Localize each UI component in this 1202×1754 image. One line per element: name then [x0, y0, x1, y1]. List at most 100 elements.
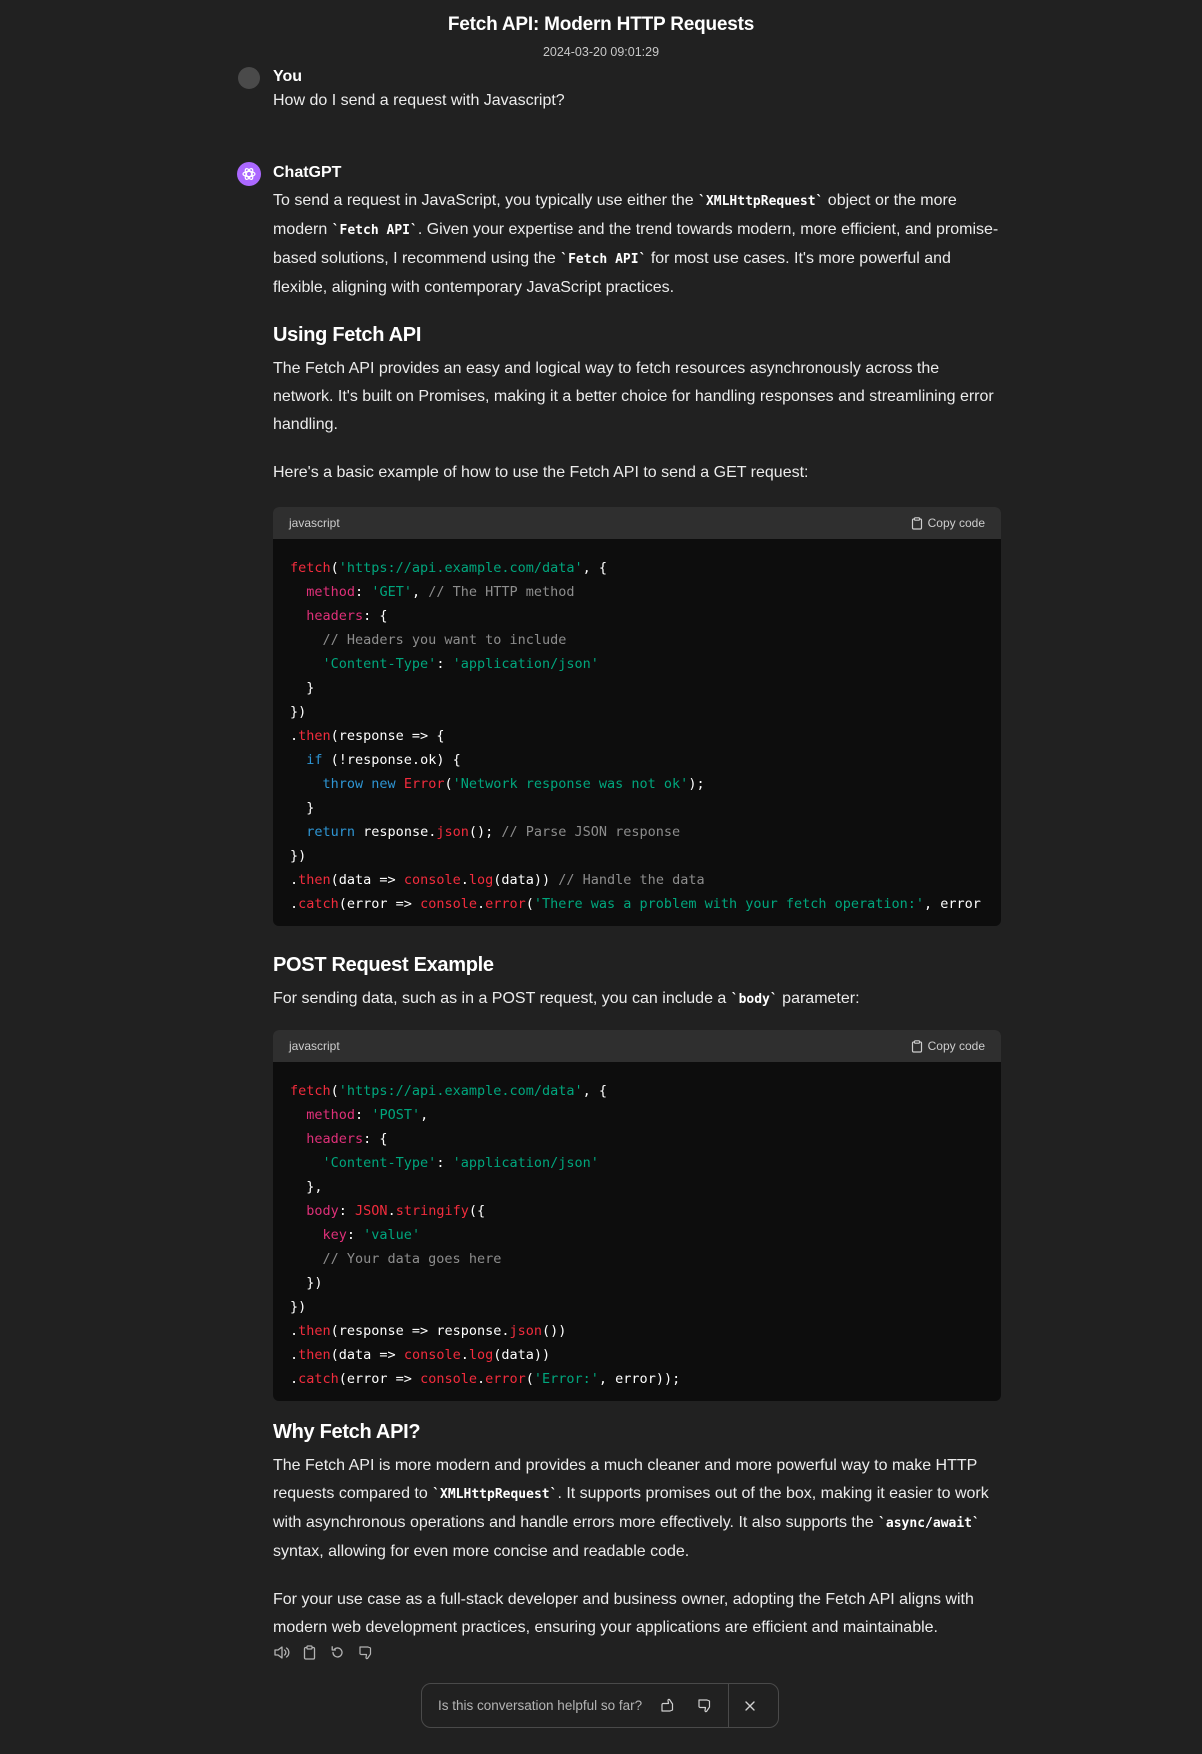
code-token: :: [436, 656, 453, 672]
code-token: then: [298, 728, 331, 744]
code-token: 'Error:': [533, 1371, 599, 1387]
code-line: // Your data goes here: [290, 1247, 985, 1271]
code-token: headers: [306, 608, 364, 624]
close-icon: [745, 1700, 755, 1711]
code-token: ({: [468, 1203, 486, 1219]
read-aloud-button[interactable]: [273, 1644, 290, 1661]
user-avatar: [238, 67, 260, 89]
code-token: console: [403, 872, 461, 888]
code-token: }: [290, 680, 315, 696]
code-token: JSON: [355, 1203, 388, 1219]
code-token: console: [420, 1371, 477, 1387]
code-token: return: [306, 824, 356, 840]
section-heading: Why Fetch API?: [273, 1421, 421, 1443]
code-token: Error: [403, 776, 445, 792]
code-line: throw new Error('Network response was no…: [290, 772, 985, 796]
code-token: },: [290, 1179, 323, 1195]
copy-code-button[interactable]: Copy code: [911, 1039, 985, 1053]
close-feedback-button[interactable]: [740, 1696, 760, 1716]
code-language-label: javascript: [289, 1039, 340, 1053]
code-token: :: [355, 584, 372, 600]
code-token: , error));: [598, 1371, 681, 1387]
copy-code-label: Copy code: [927, 516, 985, 530]
code-token: , {: [582, 1083, 608, 1099]
copy-code-button[interactable]: Copy code: [911, 516, 985, 530]
inline-code: Fetch API: [560, 252, 646, 267]
code-token: (data)): [493, 872, 559, 888]
code-token: json: [436, 824, 469, 840]
code-token: (response => {: [330, 728, 445, 744]
user-name: You: [273, 68, 303, 85]
code-block-header: javascript Copy code: [273, 507, 1001, 539]
code-token: then: [298, 1347, 331, 1363]
text-span: To send a request in JavaScript, you typ…: [273, 192, 699, 209]
code-line: }: [290, 796, 985, 820]
code-token: 'Content-Type': [322, 1155, 437, 1171]
assistant-message: To send a request in JavaScript, you typ…: [273, 187, 1001, 1642]
thumbs-up-button[interactable]: [657, 1696, 677, 1716]
thumbs-down-button[interactable]: [694, 1696, 714, 1716]
code-line: if (!response.ok) {: [290, 748, 985, 772]
code-token: method: [306, 584, 356, 600]
code-token: }): [290, 704, 307, 720]
conversation-title: Fetch API: Modern HTTP Requests: [447, 14, 755, 35]
code-token: :: [346, 1227, 364, 1243]
code-token: log: [468, 872, 494, 888]
code-language-label: javascript: [289, 516, 340, 530]
code-token: :: [338, 1203, 356, 1219]
bad-response-button[interactable]: [357, 1644, 374, 1661]
code-block: javascript Copy code fetch('https://api.…: [273, 507, 1001, 926]
code-token: 'https://api.example.com/data': [338, 1083, 583, 1099]
code-line: headers: {: [290, 1127, 985, 1151]
code-line: method: 'POST',: [290, 1103, 985, 1127]
code-token: // Handle the data: [558, 872, 705, 888]
code-line: // Headers you want to include: [290, 628, 985, 652]
code-line: .catch(error => console.error('Error:', …: [290, 1367, 985, 1391]
code-token: key: [322, 1227, 347, 1243]
section-heading: POST Request Example: [273, 954, 494, 976]
code-line: .then(response => {: [290, 724, 985, 748]
code-token: 'GET': [371, 584, 412, 600]
thumbs-down-icon: [697, 1699, 710, 1713]
code-token: error: [485, 1371, 526, 1387]
code-token: stringify: [395, 1203, 469, 1219]
code-token: then: [298, 872, 331, 888]
code-token: }): [290, 1275, 323, 1291]
code-token: method: [306, 1107, 356, 1123]
code-token: 'application/json': [452, 656, 599, 672]
code-token: (: [525, 896, 534, 912]
code-token: // The HTTP method: [428, 584, 575, 600]
conversation-header: Fetch API: Modern HTTP Requests 2024-03-…: [0, 14, 1202, 59]
intro-paragraph: To send a request in JavaScript, you typ…: [273, 187, 1000, 302]
regenerate-button[interactable]: [329, 1644, 346, 1661]
code-token: .: [290, 1347, 299, 1363]
code-token: error: [485, 896, 526, 912]
code-line: method: 'GET', // The HTTP method: [290, 580, 985, 604]
code-token: 'application/json': [452, 1155, 599, 1171]
code-token: json: [509, 1323, 542, 1339]
text-span: For sending data, such as in a POST requ…: [273, 990, 731, 1007]
code-token: .: [476, 896, 486, 912]
code-block-header: javascript Copy code: [273, 1030, 1001, 1062]
regenerate-icon: [331, 1646, 343, 1658]
code-token: (: [330, 1083, 339, 1099]
text-span: syntax, allowing for even more concise a…: [273, 1543, 690, 1560]
paragraph: For your use case as a full-stack develo…: [273, 1591, 974, 1636]
conversation-date: 2024-03-20 09:01:29: [542, 45, 660, 59]
code-line: fetch('https://api.example.com/data', {: [290, 556, 985, 580]
code-token: ();: [468, 824, 502, 840]
code-line: 'Content-Type': 'application/json': [290, 1151, 985, 1175]
code-line: return response.json(); // Parse JSON re…: [290, 820, 985, 844]
code-token: (data)): [493, 1347, 551, 1363]
copy-message-button[interactable]: [301, 1644, 318, 1661]
